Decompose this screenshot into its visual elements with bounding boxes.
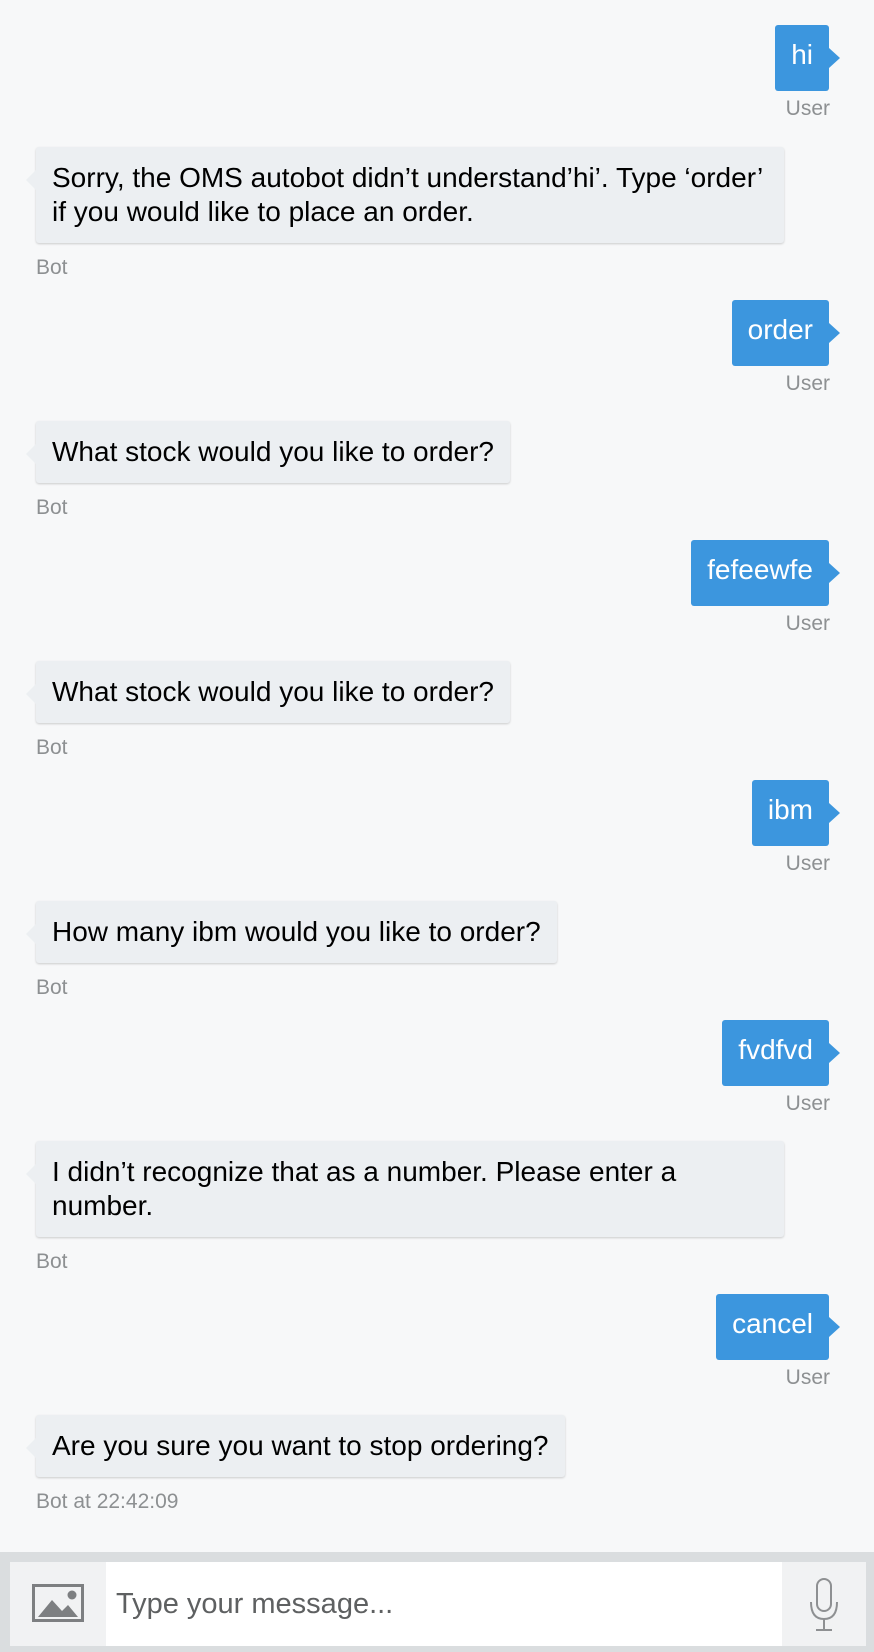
message-input[interactable] (106, 1562, 782, 1646)
message-bubble-bot: What stock would you like to order? (26, 661, 510, 723)
message-sender: Bot at 22:42:09 (36, 1490, 179, 1513)
message-user: fefeewfe User (0, 540, 874, 640)
message-sender: Bot (36, 736, 68, 759)
message-sender: Bot (36, 256, 68, 279)
message-bubble-user: order (731, 300, 841, 366)
message-bot: What stock would you like to order? Bot (0, 421, 874, 521)
message-bubble-bot: What stock would you like to order? (26, 421, 510, 483)
message-bubble-user: hi (775, 25, 840, 91)
message-sender: Bot (36, 1250, 68, 1273)
message-sender: User (785, 1366, 830, 1389)
message-sender: User (785, 372, 830, 395)
message-user: order User (0, 300, 874, 400)
microphone-button[interactable] (782, 1562, 866, 1646)
message-bubble-bot: Are you sure you want to stop ordering? (26, 1415, 565, 1477)
message-bot: Are you sure you want to stop ordering? … (0, 1415, 874, 1515)
message-user: fvdfvd User (0, 1020, 874, 1120)
message-sender: User (785, 612, 830, 635)
message-bot: Sorry, the OMS autobot didn’t understand… (0, 147, 874, 279)
message-user: ibm User (0, 780, 874, 880)
message-sender: User (785, 1092, 830, 1115)
message-bubble-bot: Sorry, the OMS autobot didn’t understand… (26, 147, 784, 243)
image-icon (32, 1584, 84, 1622)
message-sender: Bot (36, 496, 68, 519)
chat-transcript[interactable]: hi User Sorry, the OMS autobot didn’t un… (0, 0, 874, 1552)
message-bubble-user: cancel (716, 1294, 840, 1360)
message-user: cancel User (0, 1294, 874, 1394)
message-bubble-user: ibm (751, 780, 841, 846)
message-bot: What stock would you like to order? Bot (0, 661, 874, 761)
message-sender: User (785, 97, 830, 120)
attach-image-button[interactable] (10, 1562, 106, 1646)
message-bot: How many ibm would you like to order? Bo… (0, 901, 874, 1001)
message-bubble-bot: I didn’t recognize that as a number. Ple… (26, 1141, 784, 1237)
message-bot: I didn’t recognize that as a number. Ple… (0, 1141, 874, 1273)
composer-bar (10, 1562, 866, 1646)
message-composer (0, 1552, 874, 1652)
microphone-icon (810, 1578, 838, 1631)
message-sender: User (785, 852, 830, 875)
message-sender: Bot (36, 976, 68, 999)
message-bubble-bot: How many ibm would you like to order? (26, 901, 557, 963)
message-bubble-user: fvdfvd (722, 1020, 840, 1086)
message-bubble-user: fefeewfe (691, 540, 840, 606)
message-user: hi User (0, 25, 874, 125)
